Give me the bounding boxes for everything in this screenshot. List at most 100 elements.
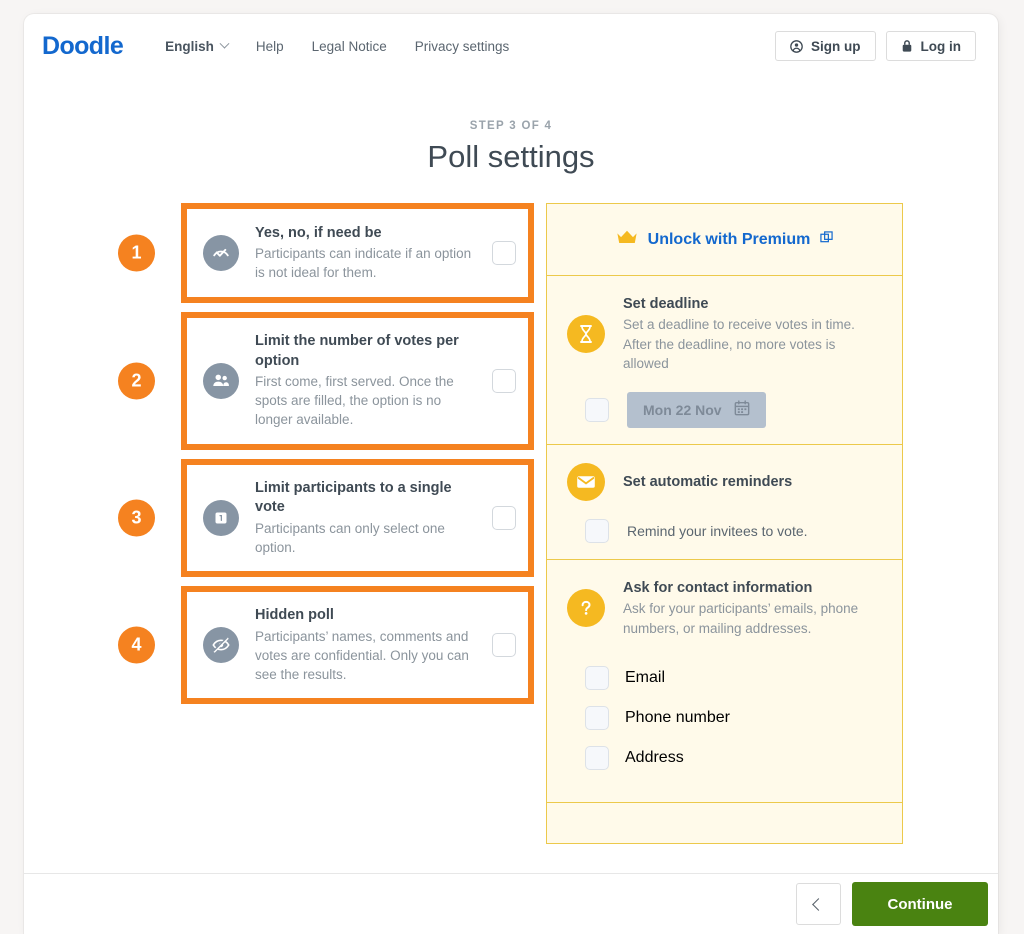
contact-field-address: Address [585,746,882,770]
log-in-label: Log in [921,39,962,54]
account-actions: Sign up Log in [775,31,976,61]
option-text-4: Hidden poll Participants’ names, comment… [255,606,492,684]
continue-button[interactable]: Continue [852,882,988,926]
contact-info-main: Ask for contact information Ask for your… [567,578,882,638]
free-options-column: 1 Yes, no, if need be Participants can i… [118,203,534,844]
main-nav: English Help Legal Notice Privacy settin… [165,39,509,54]
option-description-3: Participants can only select one option. [255,519,482,557]
contact-info-title: Ask for contact information [623,578,882,598]
option-row-hidden-poll: 4 Hidden poll Participants’ names, comme… [118,586,534,704]
option-checkbox-yes-no-if-need-be[interactable] [492,241,516,265]
phone-number-checkbox[interactable] [585,706,609,730]
contact-info-text: Ask for contact information Ask for your… [623,578,882,638]
annotation-badge-3: 3 [118,499,155,536]
set-deadline-checkbox[interactable] [585,398,609,422]
lock-icon [901,39,913,53]
envelope-icon [567,463,605,501]
deadline-date-value: Mon 22 Nov [643,402,722,418]
eye-off-icon [203,627,239,663]
option-card-hidden-poll[interactable]: Hidden poll Participants’ names, comment… [187,592,528,698]
option-title-1: Yes, no, if need be [255,224,482,244]
annotation-badge-2: 2 [118,362,155,399]
remind-invitees-checkbox[interactable] [585,519,609,543]
external-link-icon [820,231,833,249]
highlight-box-2: Limit the number of votes per option Fir… [181,312,534,450]
wizard-footer: Continue [24,873,998,934]
address-label: Address [625,749,684,767]
highlight-box-1: Yes, no, if need be Participants can ind… [181,203,534,303]
people-icon [203,363,239,399]
user-circle-icon [790,40,803,53]
annotation-badge-4: 4 [118,627,155,664]
set-deadline-text: Set deadline Set a deadline to receive v… [623,294,882,374]
set-deadline-title: Set deadline [623,294,882,314]
premium-section-set-deadline: Set deadline Set a deadline to receive v… [547,276,902,445]
set-deadline-controls: Mon 22 Nov [567,392,882,428]
option-card-limit-votes-per-option[interactable]: Limit the number of votes per option Fir… [187,318,528,444]
option-checkbox-limit-votes-per-option[interactable] [492,369,516,393]
doodle-logo[interactable]: Doodle [42,32,123,61]
log-in-button[interactable]: Log in [886,31,977,61]
nav-item-legal-notice[interactable]: Legal Notice [312,39,387,54]
back-button[interactable] [796,883,841,925]
settings-columns: 1 Yes, no, if need be Participants can i… [24,203,998,844]
set-deadline-main: Set deadline Set a deadline to receive v… [567,294,882,374]
option-row-yes-no-if-need-be: 1 Yes, no, if need be Participants can i… [118,203,534,303]
option-card-limit-single-vote[interactable]: Limit participants to a single vote Part… [187,465,528,571]
email-checkbox[interactable] [585,666,609,690]
option-row-limit-single-vote: 3 Limit participants to a single vote Pa… [118,459,534,577]
deadline-date-picker[interactable]: Mon 22 Nov [627,392,766,428]
premium-options-column: Unlock with Premium Set deadline Set a d… [546,203,903,844]
address-checkbox[interactable] [585,746,609,770]
contact-field-email: Email [585,666,882,690]
crown-icon [616,229,638,250]
set-reminders-text: Set automatic reminders [623,472,792,492]
highlight-box-3: Limit participants to a single vote Part… [181,459,534,577]
question-mark-icon [567,589,605,627]
set-reminders-main: Set automatic reminders [567,463,882,501]
unlock-with-premium-button[interactable]: Unlock with Premium [547,204,902,276]
chevron-left-icon [812,898,825,911]
option-title-2: Limit the number of votes per option [255,332,482,371]
page-title: Poll settings [24,139,998,175]
unlock-with-premium-label: Unlock with Premium [648,231,811,249]
premium-panel: Unlock with Premium Set deadline Set a d… [546,203,903,844]
premium-section-automatic-reminders: Set automatic reminders Remind your invi… [547,445,902,560]
option-title-3: Limit participants to a single vote [255,479,482,518]
premium-section-partial [547,803,902,843]
sign-up-button[interactable]: Sign up [775,31,876,61]
nav-item-privacy-settings[interactable]: Privacy settings [415,39,510,54]
remind-invitees-label: Remind your invitees to vote. [627,523,808,539]
nav-language-selector[interactable]: English [165,39,228,54]
set-reminders-controls: Remind your invitees to vote. [567,519,882,543]
nav-language-label: English [165,39,214,54]
app-window: Doodle English Help Legal Notice Privacy… [24,14,998,934]
step-indicator: STEP 3 OF 4 [24,120,998,132]
annotation-badge-1: 1 [118,235,155,272]
check-circle-icon [203,235,239,271]
nav-item-help[interactable]: Help [256,39,284,54]
option-checkbox-limit-single-vote[interactable] [492,506,516,530]
sign-up-label: Sign up [811,39,861,54]
number-one-box-icon [203,500,239,536]
option-text-3: Limit participants to a single vote Part… [255,479,492,557]
set-reminders-title: Set automatic reminders [623,472,792,492]
contact-info-description: Ask for your participants’ emails, phone… [623,599,882,638]
calendar-icon [734,400,750,419]
contact-field-phone-number: Phone number [585,706,882,730]
option-row-limit-votes-per-option: 2 Limit the number of votes per option F… [118,312,534,450]
hourglass-icon [567,315,605,353]
option-description-1: Participants can indicate if an option i… [255,244,482,282]
option-description-2: First come, first served. Once the spots… [255,372,482,429]
option-title-4: Hidden poll [255,606,482,626]
option-checkbox-hidden-poll[interactable] [492,633,516,657]
option-description-4: Participants’ names, comments and votes … [255,627,482,684]
email-label: Email [625,669,665,687]
top-navigation-bar: Doodle English Help Legal Notice Privacy… [24,14,998,78]
option-text-2: Limit the number of votes per option Fir… [255,332,492,430]
option-card-yes-no-if-need-be[interactable]: Yes, no, if need be Participants can ind… [187,209,528,297]
set-deadline-description: Set a deadline to receive votes in time.… [623,315,882,374]
highlight-box-4: Hidden poll Participants’ names, comment… [181,586,534,704]
premium-section-contact-information: Ask for contact information Ask for your… [547,560,902,803]
option-text-1: Yes, no, if need be Participants can ind… [255,224,492,283]
